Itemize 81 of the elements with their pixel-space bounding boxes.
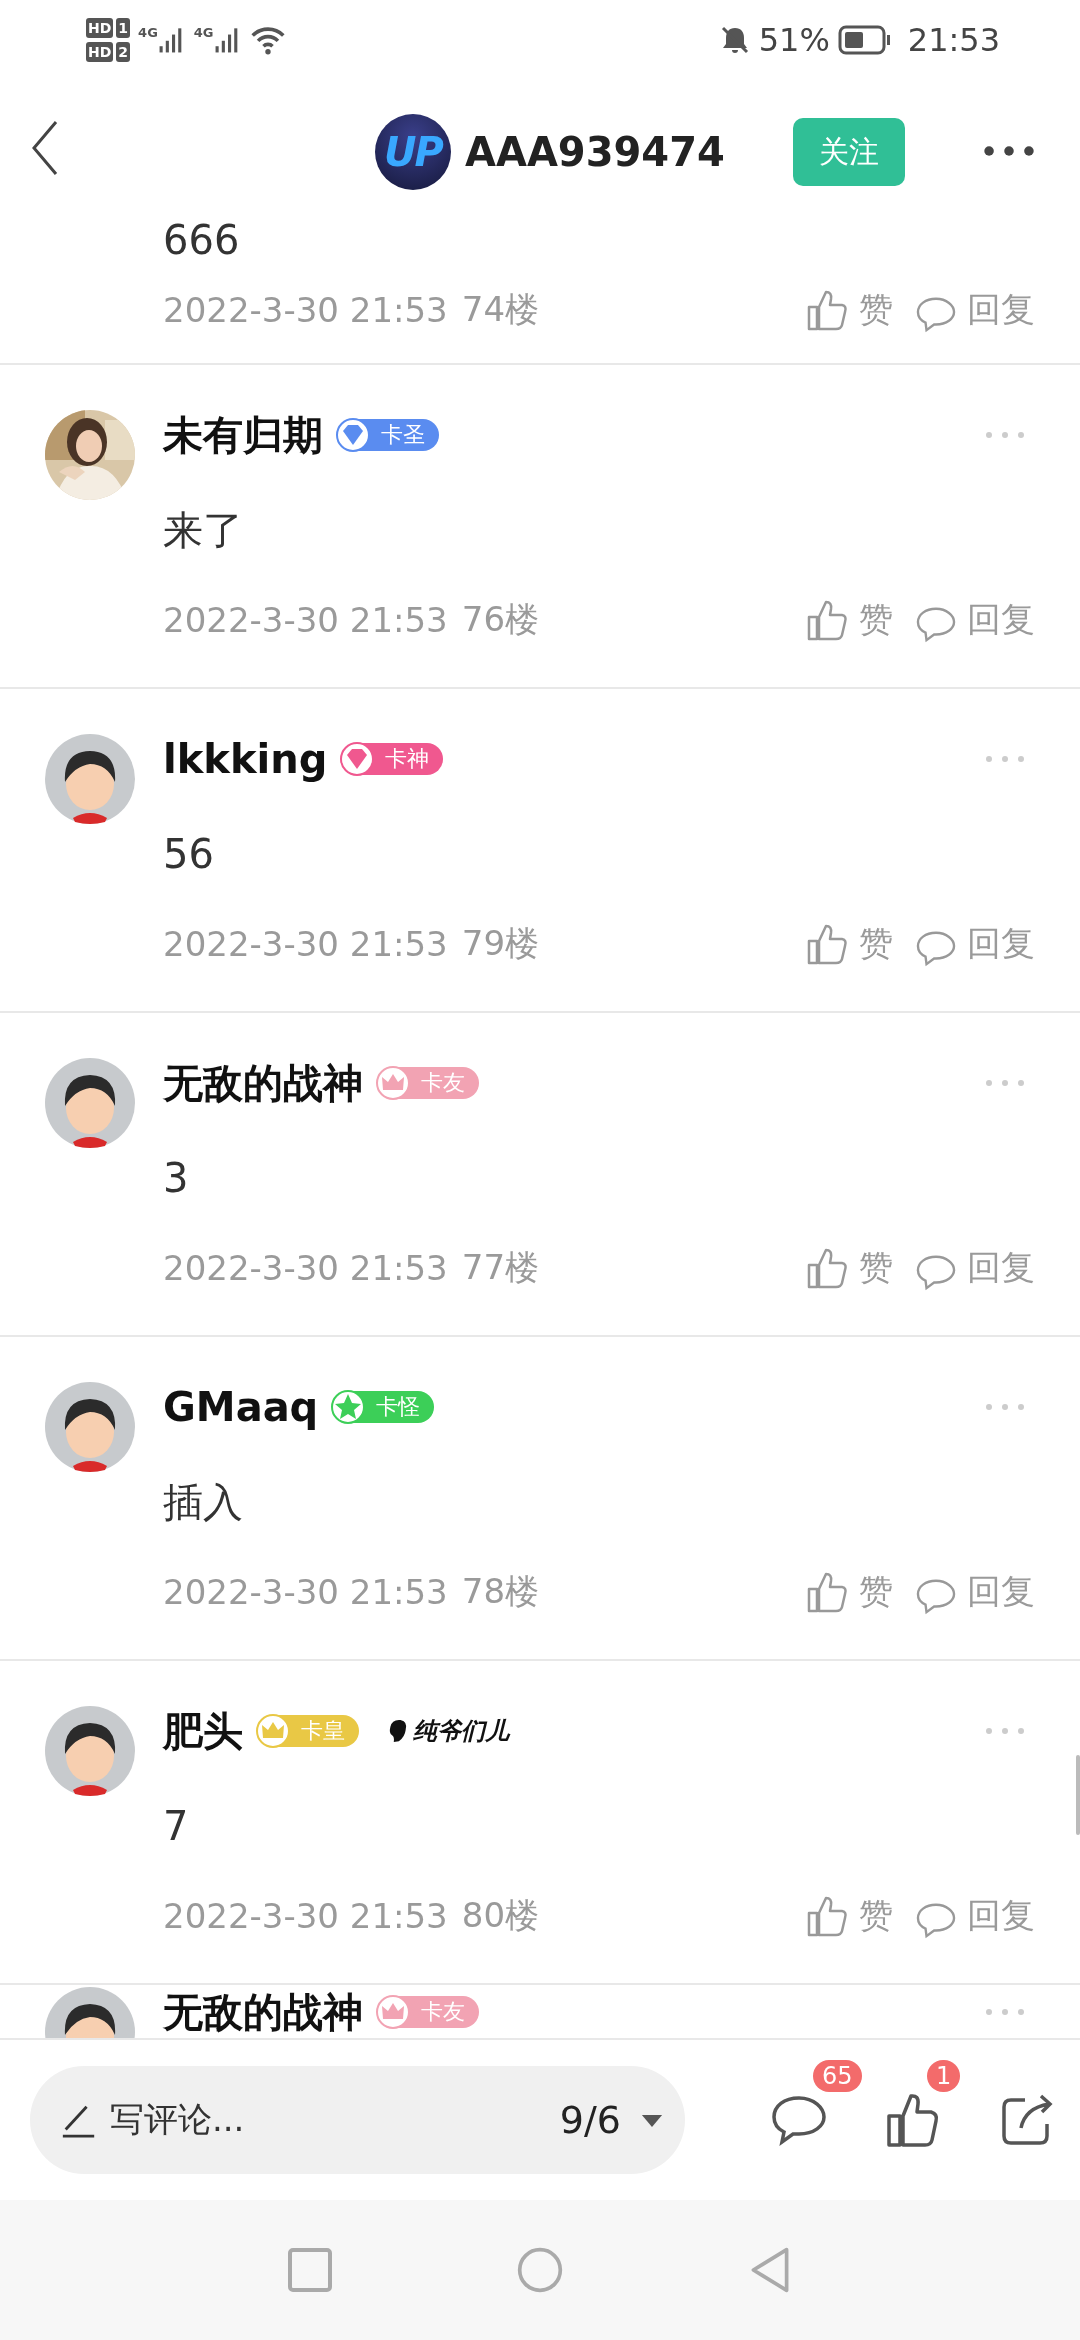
thumbs-up-icon[interactable] — [805, 1570, 849, 1614]
comment-text: 666 — [163, 216, 241, 265]
reply-link[interactable]: 回复 — [967, 1569, 1035, 1615]
sim-label: HD — [86, 18, 114, 38]
network-label: 4G — [138, 25, 158, 40]
comment-date: 2022-3-30 21:53 — [163, 1572, 448, 1612]
thumbs-up-icon[interactable] — [805, 1246, 849, 1290]
user-name: AAA939474 — [465, 129, 725, 175]
floor-number: 78楼 — [461, 1570, 539, 1613]
level-icon — [335, 417, 371, 453]
network-label: 4G — [193, 25, 214, 40]
sim-number: 2 — [116, 42, 131, 62]
recents-icon[interactable] — [286, 2246, 334, 2294]
avatar-icon — [45, 1058, 135, 1148]
user-name[interactable]: lkkking — [163, 734, 328, 784]
avatar-icon — [45, 1382, 135, 1472]
level-badge: 卡皇 — [257, 1715, 359, 1747]
level-icon — [375, 1994, 411, 2030]
user-avatar: UP — [375, 114, 451, 190]
user-tag: 纯爷们儿 — [413, 1715, 509, 1747]
like-link[interactable]: 赞 — [859, 287, 893, 333]
level-icon — [255, 1713, 291, 1749]
thumbs-up-icon[interactable] — [805, 288, 849, 332]
user-name[interactable]: 肥头 — [163, 1706, 243, 1756]
head-icon — [387, 1718, 409, 1744]
like-link[interactable]: 赞 — [859, 1569, 893, 1615]
reply-link[interactable]: 回复 — [967, 921, 1035, 967]
user-name[interactable]: 无敌的战神 — [163, 1987, 363, 2037]
caret-icon[interactable] — [641, 2112, 663, 2128]
comment-date: 2022-3-30 21:53 — [163, 1896, 448, 1936]
level-badge: 卡神 — [341, 743, 444, 775]
battery-percent: 51% — [758, 21, 830, 59]
clock: 21:53 — [907, 21, 1000, 59]
floor-number: 77楼 — [461, 1246, 539, 1289]
comment-text: 插入 — [163, 1478, 244, 1527]
floor-number: 80楼 — [461, 1894, 539, 1937]
floor-number: 79楼 — [461, 922, 539, 965]
comment-date: 2022-3-30 21:53 — [163, 290, 448, 330]
level-icon — [375, 1065, 411, 1101]
like-link[interactable]: 赞 — [859, 597, 893, 643]
like-link[interactable]: 赞 — [859, 921, 893, 967]
comment-text: 3 — [163, 1154, 190, 1203]
comment-field[interactable]: 写评论... 9/6 — [30, 2066, 685, 2174]
thumbs-up-icon[interactable] — [805, 922, 849, 966]
comment-text: 来了 — [163, 506, 244, 555]
avatar-icon — [45, 1706, 135, 1796]
floor-number: 74楼 — [461, 288, 539, 331]
avatar-icon — [45, 734, 135, 824]
reply-link[interactable]: 回复 — [967, 1245, 1035, 1291]
more-icon[interactable] — [983, 144, 1035, 158]
reply-link[interactable]: 回复 — [967, 1893, 1035, 1939]
thumbs-up-icon[interactable] — [805, 598, 849, 642]
comment-text: 56 — [163, 830, 215, 879]
reply-link[interactable]: 回复 — [967, 287, 1035, 333]
comment-date: 2022-3-30 21:53 — [163, 600, 448, 640]
sim-number: 1 — [116, 18, 131, 38]
thumbs-up-icon[interactable] — [805, 1894, 849, 1938]
level-badge: 卡友 — [377, 1067, 479, 1099]
like-link[interactable]: 赞 — [859, 1245, 893, 1291]
home-icon[interactable] — [516, 2246, 564, 2294]
user-name[interactable]: 无敌的战神 — [163, 1058, 363, 1108]
reply-link[interactable]: 回复 — [967, 597, 1035, 643]
level-badge: 卡友 — [377, 1996, 479, 2028]
level-badge: 卡圣 — [337, 419, 439, 451]
comment-date: 2022-3-30 21:53 — [163, 924, 448, 964]
page-indicator[interactable]: 9/6 — [559, 2098, 621, 2142]
user-name[interactable]: 未有归期 — [163, 410, 323, 460]
back-icon[interactable] — [30, 119, 60, 176]
scrollbar[interactable] — [1076, 1755, 1080, 1835]
sim-label: HD — [86, 42, 114, 62]
like-link[interactable]: 赞 — [859, 1893, 893, 1939]
count-badge: 1 — [927, 2060, 961, 2092]
follow-button[interactable]: 关注 — [793, 118, 905, 186]
floor-number: 76楼 — [461, 598, 539, 641]
battery-icon — [837, 25, 892, 55]
level-badge: 卡怪 — [332, 1391, 435, 1423]
count-badge: 65 — [813, 2060, 862, 2092]
user-name[interactable]: GMaaq — [163, 1382, 319, 1432]
wifi-icon — [249, 24, 286, 56]
comment-date: 2022-3-30 21:53 — [163, 1248, 448, 1288]
comment-text: 7 — [163, 1802, 190, 1851]
